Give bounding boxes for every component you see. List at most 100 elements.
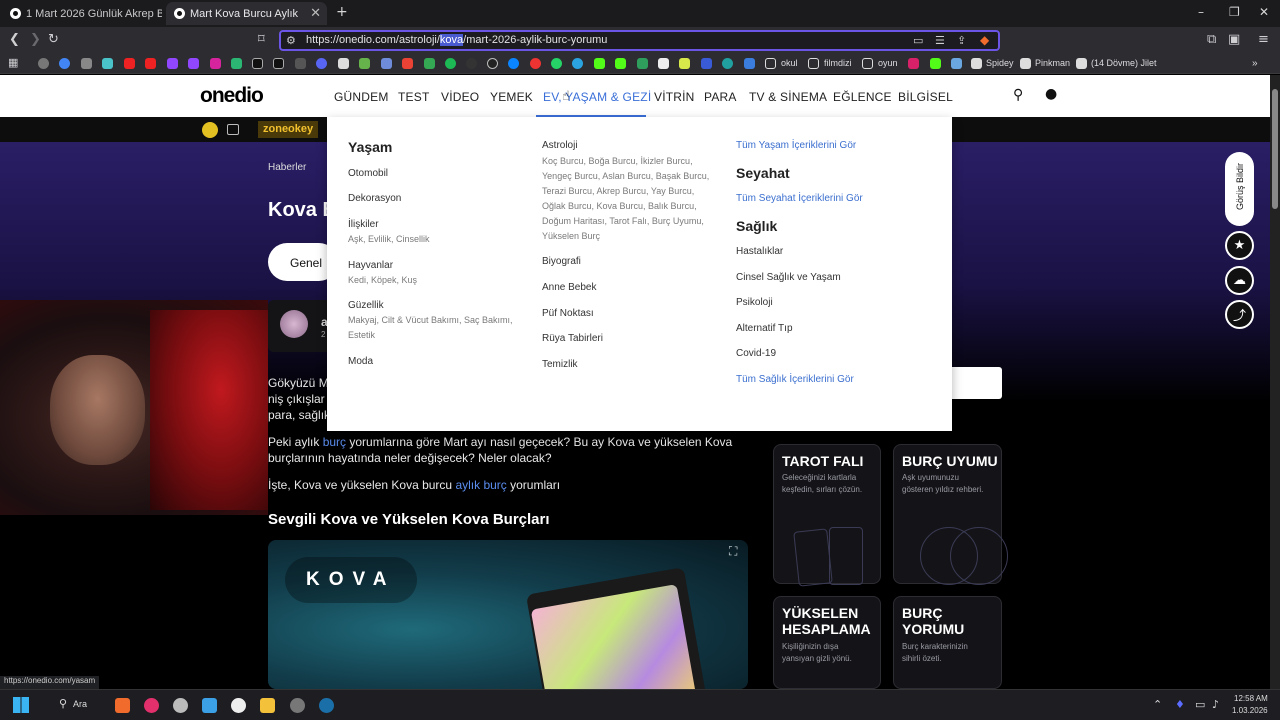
menu-sub-astroloji[interactable]: Koç Burcu, Boğa Burcu, İkizler Burcu, Ye… — [542, 154, 709, 244]
extensions-icon[interactable]: ⧉ — [1207, 32, 1216, 47]
bookmark-site-icon[interactable] — [81, 58, 92, 69]
drive-icon[interactable] — [424, 58, 435, 69]
burc-uyumu-card[interactable]: BURÇ UYUMU Aşk uyumunuzu gösteren yıldız… — [893, 444, 1008, 585]
brave-app-icon[interactable] — [115, 698, 130, 713]
volume-icon[interactable]: ♪ — [1212, 698, 1219, 711]
page-icon[interactable] — [1020, 58, 1031, 69]
bookmark-site-icon[interactable] — [487, 58, 498, 69]
taskbar-search-icon[interactable]: ⚲ — [59, 697, 67, 710]
ad-icon[interactable] — [227, 124, 239, 135]
nav-video[interactable]: VİDEO — [441, 90, 479, 104]
bookmark-site-icon[interactable] — [658, 58, 669, 69]
page-scrollbar[interactable] — [1270, 75, 1280, 689]
taskbar-search-label[interactable]: Ara — [73, 699, 87, 709]
browser-tab-active[interactable]: Mart Kova Burcu Aylık Burç Yoru... ✕ — [166, 2, 327, 25]
nav-eglence[interactable]: EĞLENCE — [833, 90, 892, 104]
folder-icon[interactable] — [862, 58, 873, 69]
yukselen-hesaplama-card[interactable]: YÜKSELEN HESAPLAMA Kişiliğinizin dışa ya… — [773, 596, 881, 689]
more-bookmarks-icon[interactable]: » — [1252, 58, 1258, 69]
bookmark-site-icon[interactable] — [295, 58, 306, 69]
spotify-icon[interactable] — [445, 58, 456, 69]
bookmark-folder-okul[interactable]: okul — [781, 58, 798, 68]
burc-yorumu-card[interactable]: BURÇ YORUMU Burç karakterinizin sihirli … — [893, 596, 1002, 689]
bookmark-pinkman[interactable]: Pinkman — [1035, 58, 1070, 68]
kick-icon[interactable] — [594, 58, 605, 69]
link-tum-saglik[interactable]: Tüm Sağlık İçeriklerini Gör — [736, 374, 854, 385]
link-tum-seyahat[interactable]: Tüm Seyahat İçeriklerini Gör — [736, 193, 863, 204]
nav-para[interactable]: PARA — [704, 90, 737, 104]
bookmark-site-icon[interactable] — [530, 58, 541, 69]
twitch-icon[interactable] — [167, 58, 178, 69]
bookmark-site-icon[interactable] — [466, 58, 477, 69]
nav-test[interactable]: TEST — [398, 90, 429, 104]
youtube-icon[interactable] — [124, 58, 135, 69]
folder-icon[interactable] — [808, 58, 819, 69]
telegram-icon[interactable] — [572, 58, 583, 69]
bookmark-site-icon[interactable] — [679, 58, 690, 69]
whatsapp-icon[interactable] — [551, 58, 562, 69]
menu-item-cinsel-saglik[interactable]: Cinsel Sağlık ve Yaşam — [736, 272, 841, 283]
share-icon[interactable]: ⤴ — [1225, 300, 1254, 329]
aylik-burc-link[interactable]: aylık burç — [455, 478, 506, 492]
bookmark-folder-filmdizi[interactable]: filmdizi — [824, 58, 852, 68]
menu-item-astroloji[interactable]: Astroloji — [542, 140, 578, 151]
nav-tv-sinema[interactable]: TV & SİNEMA — [749, 90, 827, 104]
article-hero-image[interactable]: KOVA ⛶ — [268, 540, 748, 689]
tray-app-icon[interactable]: ♦ — [1175, 698, 1185, 711]
bookmark-site-icon[interactable] — [338, 58, 349, 69]
brave-shield-icon[interactable]: ◆ — [980, 33, 989, 47]
menu-item-alternatif-tip[interactable]: Alternatif Tıp — [736, 323, 793, 334]
menu-item-puf-noktasi[interactable]: Püf Noktası — [542, 308, 594, 319]
burc-link[interactable]: burç — [323, 435, 346, 449]
nav-bilgisel[interactable]: BİLGİSEL — [898, 90, 953, 104]
screen-icon[interactable]: ▭ — [913, 34, 923, 47]
tiktok-icon[interactable] — [273, 58, 284, 69]
google-icon[interactable] — [59, 58, 70, 69]
link-tum-yasam[interactable]: Tüm Yaşam İçeriklerini Gör — [736, 140, 856, 151]
bookmark-jilet[interactable]: (14 Dövme) Jilet — [1091, 58, 1157, 68]
reader-icon[interactable]: ☰ — [935, 34, 945, 47]
bookmark-site-icon[interactable] — [908, 58, 919, 69]
menu-sub-hayvanlar[interactable]: Kedi, Köpek, Kuş — [348, 273, 417, 288]
expand-icon[interactable]: ⛶ — [729, 544, 737, 559]
restore-button[interactable]: ❐ — [1229, 5, 1240, 19]
app-icon[interactable] — [231, 698, 246, 713]
clock-date[interactable]: 1.03.2026 — [1232, 706, 1268, 715]
menu-item-otomobil[interactable]: Otomobil — [348, 168, 388, 179]
bookmark-site-icon[interactable] — [744, 58, 755, 69]
gmail-icon[interactable] — [402, 58, 413, 69]
page-icon[interactable] — [971, 58, 982, 69]
new-tab-button[interactable]: + — [336, 4, 348, 20]
nav-ev-yasam-gezi[interactable]: EV, YAŞAM & GEZİ — [543, 90, 651, 104]
bookmark-icon[interactable]: ⌑ — [258, 32, 265, 47]
menu-heading-seyahat[interactable]: Seyahat — [736, 165, 790, 181]
bookmark-site-icon[interactable] — [722, 58, 733, 69]
nav-yemek[interactable]: YEMEK — [490, 90, 533, 104]
page-icon[interactable] — [1076, 58, 1087, 69]
menu-item-covid[interactable]: Covid-19 — [736, 348, 776, 359]
menu-item-dekorasyon[interactable]: Dekorasyon — [348, 193, 401, 204]
menu-item-ruya-tabirleri[interactable]: Rüya Tabirleri — [542, 333, 603, 344]
bookmark-site-icon[interactable] — [951, 58, 962, 69]
bookmark-site-icon[interactable] — [701, 58, 712, 69]
bookmark-site-icon[interactable] — [359, 58, 370, 69]
bookmark-site-icon[interactable] — [316, 58, 327, 69]
close-tab-icon[interactable]: ✕ — [310, 6, 321, 21]
menu-sub-guzellik[interactable]: Makyaj, Cilt & Vücut Bakımı, Saç Bakımı,… — [348, 313, 513, 343]
avatar[interactable] — [280, 310, 308, 338]
menu-heading-yasam[interactable]: Yaşam — [348, 139, 392, 155]
wallet-icon[interactable]: ▣ — [1228, 32, 1240, 47]
menu-item-psikoloji[interactable]: Psikoloji — [736, 297, 773, 308]
file-explorer-icon[interactable] — [260, 698, 275, 713]
instagram-icon[interactable] — [210, 58, 221, 69]
menu-icon[interactable]: ≡ — [1258, 32, 1269, 47]
menu-sub-iliskiler[interactable]: Aşk, Evlilik, Cinsellik — [348, 232, 430, 247]
youtube-icon[interactable] — [145, 58, 156, 69]
tray-chevron-icon[interactable]: ⌃ — [1153, 698, 1162, 711]
comments-icon[interactable]: ☁ — [1225, 266, 1254, 295]
clock-time[interactable]: 12:58 AM — [1234, 694, 1268, 703]
url-text[interactable]: https://onedio.com/astroloji/kova/mart-2… — [306, 34, 607, 46]
ad-icon[interactable] — [202, 122, 218, 138]
menu-item-anne-bebek[interactable]: Anne Bebek — [542, 282, 597, 293]
search-icon[interactable]: ⚲ — [1013, 87, 1023, 103]
